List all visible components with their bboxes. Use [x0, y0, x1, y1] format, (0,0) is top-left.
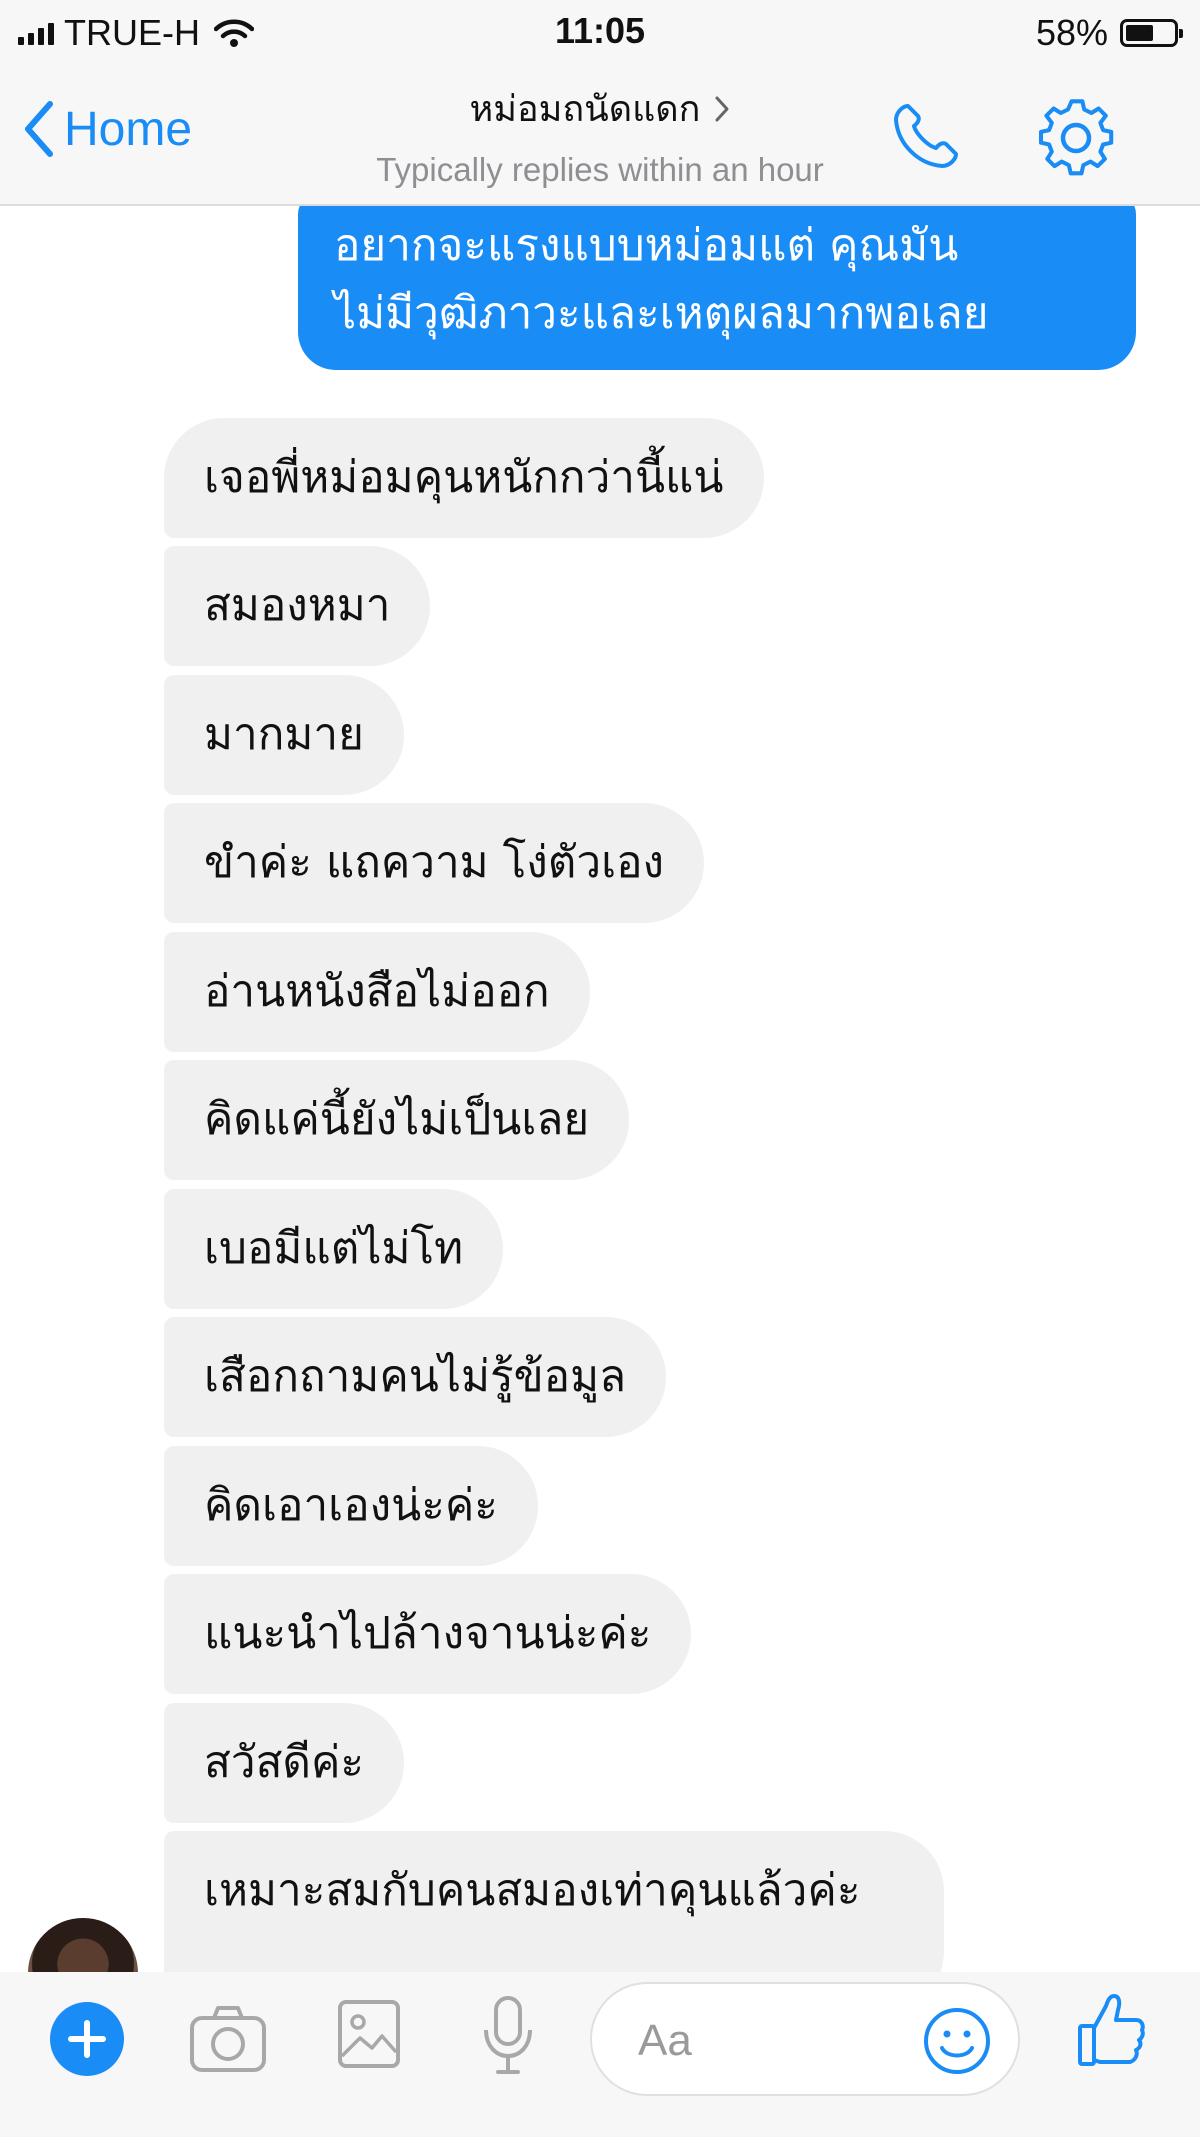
- message-thread[interactable]: อยากจะแรงแบบหม่อมแต่ คุณมัน ไม่มีวุฒิภาว…: [0, 206, 1200, 1972]
- contact-info[interactable]: หม่อมถนัดแดก Typically replies within an…: [300, 80, 900, 189]
- battery-percentage: 58%: [1035, 12, 1108, 53]
- status-bar: TRUE-H 11:05 58%: [0, 0, 1200, 66]
- conversation-header: Home หม่อมถนัดแดก Typically replies with…: [0, 66, 1200, 206]
- plus-icon: [68, 2020, 106, 2058]
- outgoing-message-line: อยากจะแรงแบบหม่อมแต่ คุณมัน: [334, 220, 959, 271]
- settings-button[interactable]: [1034, 96, 1118, 180]
- like-button[interactable]: [1076, 1992, 1146, 2070]
- incoming-message[interactable]: แนะนำไปล้างจานน่ะค่ะ: [164, 1574, 692, 1694]
- incoming-message[interactable]: คิดแค่นี้ยังไม่เป็นเลย: [164, 1060, 630, 1180]
- incoming-message[interactable]: เจอพี่หม่อมคุนหนักกว่านี้แน่: [164, 418, 764, 538]
- message-composer: [0, 1972, 1200, 2137]
- contact-status: Typically replies within an hour: [376, 151, 824, 188]
- signal-strength-icon: [18, 21, 54, 45]
- chevron-left-icon: [25, 101, 53, 157]
- incoming-message[interactable]: คิดเอาเองน่ะค่ะ: [164, 1446, 538, 1566]
- chevron-right-icon: [715, 96, 729, 121]
- more-actions-button[interactable]: [50, 2002, 124, 2076]
- contact-avatar[interactable]: [28, 1918, 138, 1972]
- carrier-name: TRUE-H: [64, 12, 200, 53]
- outgoing-message[interactable]: อยากจะแรงแบบหม่อมแต่ คุณมัน ไม่มีวุฒิภาว…: [298, 206, 1136, 370]
- back-button-label: Home: [64, 102, 193, 156]
- microphone-icon: [484, 1996, 532, 2074]
- incoming-message[interactable]: อ่านหนังสือไม่ออก: [164, 932, 590, 1052]
- phone-icon: [894, 104, 958, 168]
- message-input-box[interactable]: [590, 1982, 1020, 2096]
- call-button[interactable]: [886, 96, 966, 176]
- status-bar-left: TRUE-H: [18, 10, 254, 56]
- wifi-icon: [213, 19, 254, 47]
- gallery-button[interactable]: [336, 1996, 402, 2072]
- incoming-message[interactable]: เหมาะสมกับคนสมองเท่าคุนแล้วค่ะ: [164, 1831, 944, 1972]
- smiley-icon: [924, 2008, 990, 2074]
- gear-icon: [1038, 99, 1114, 176]
- incoming-message[interactable]: สมองหมา: [164, 546, 431, 666]
- image-icon: [338, 2000, 400, 2068]
- message-input[interactable]: [636, 2008, 900, 2074]
- contact-name: หม่อมถนัดแดก: [469, 89, 701, 130]
- emoji-button[interactable]: [922, 2006, 992, 2076]
- thumbs-up-icon: [1078, 1994, 1145, 2066]
- incoming-message[interactable]: สวัสดีค่ะ: [164, 1703, 405, 1823]
- incoming-message[interactable]: ขำค่ะ แถความ โง่ตัวเอง: [164, 803, 705, 923]
- battery-icon: [1120, 19, 1183, 47]
- camera-icon: [190, 2006, 266, 2072]
- incoming-message[interactable]: มากมาย: [164, 675, 404, 795]
- outgoing-message-line: ไม่มีวุฒิภาวะและเหตุผลมากพอเลย: [334, 288, 989, 339]
- voice-message-button[interactable]: [480, 1994, 536, 2078]
- camera-button[interactable]: [188, 2000, 268, 2076]
- incoming-message[interactable]: เสือกถามคนไม่รู้ข้อมูล: [164, 1317, 667, 1437]
- incoming-message[interactable]: เบอมีแต่ไม่โท: [164, 1189, 504, 1309]
- battery-level-fill: [1126, 25, 1153, 41]
- back-button[interactable]: Home: [22, 100, 192, 158]
- status-bar-right: 58%: [1035, 10, 1183, 56]
